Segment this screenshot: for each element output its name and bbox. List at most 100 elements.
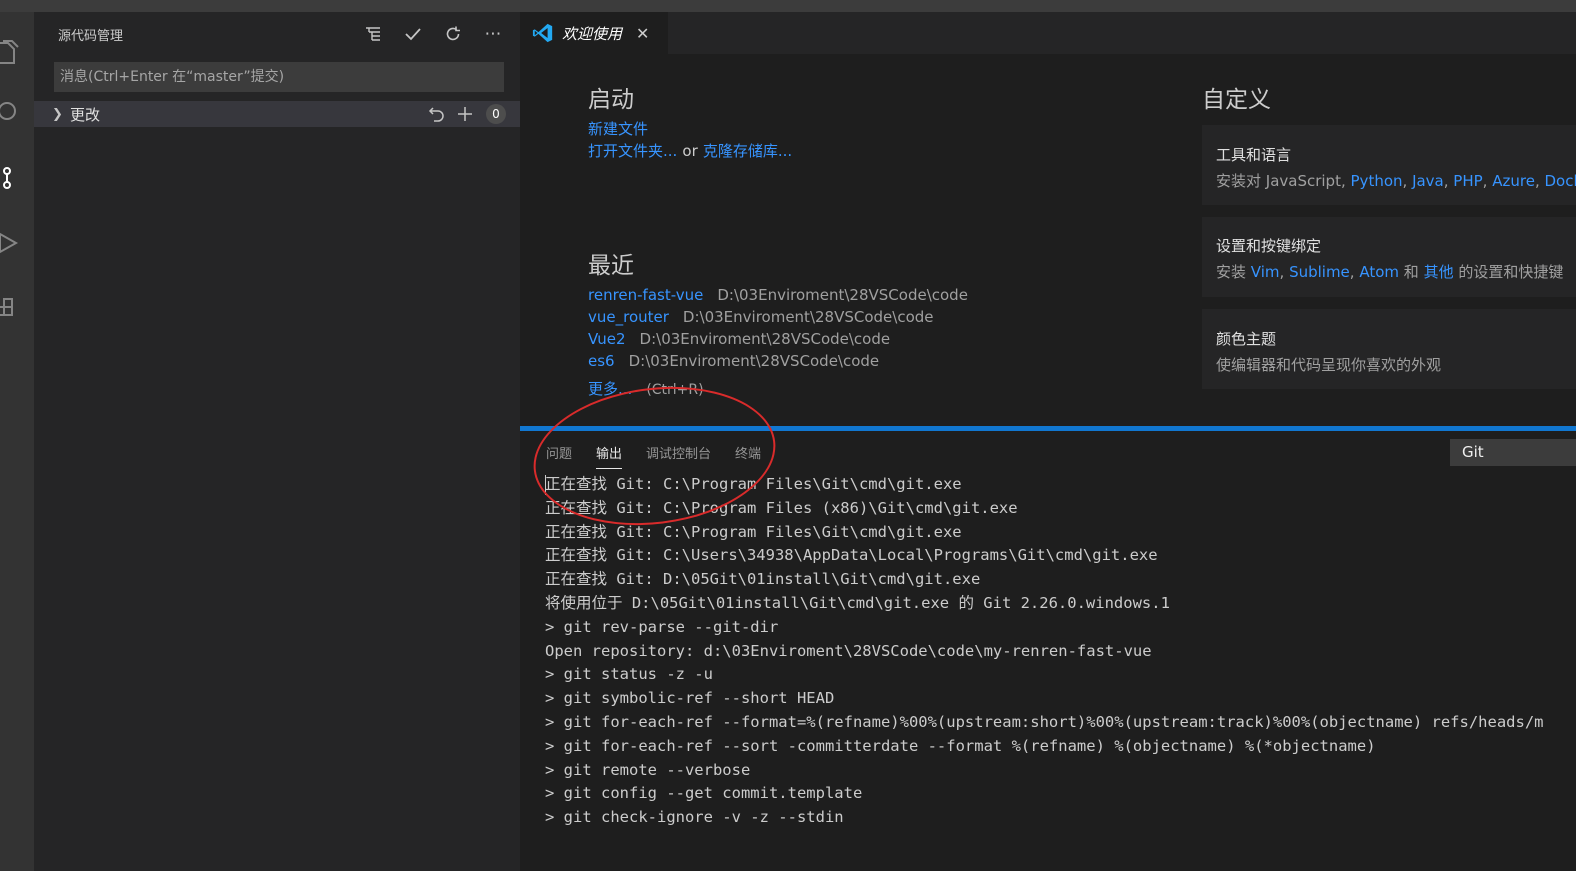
card-title: 颜色主题 (1216, 330, 1277, 348)
undo-icon (428, 107, 444, 122)
tab-welcome[interactable]: 欢迎使用 ✕ (520, 12, 668, 54)
refresh-icon (446, 26, 460, 41)
tab-terminal[interactable]: 终端 (735, 443, 761, 469)
vscode-logo-icon (532, 23, 553, 43)
output-channel-select[interactable]: Git (1450, 439, 1576, 466)
new-file-link[interactable]: 新建文件 (588, 120, 648, 138)
output-line: > git for-each-ref --sort -committerdate… (545, 736, 1376, 755)
vim-link[interactable]: Vim (1251, 263, 1280, 281)
java-link[interactable]: Java (1412, 172, 1444, 190)
output-line: 正在查找 Git: C:\Program Files\Git\cmd\git.e… (545, 522, 962, 541)
commit-button[interactable] (398, 22, 428, 46)
sidebar-title: 源代码管理 (58, 29, 124, 44)
output-line: > git status -z -u (545, 665, 713, 684)
azure-link[interactable]: Azure (1492, 172, 1535, 190)
bottom-panel: 问题 输出 调试控制台 终端 Git 正在查找 Git: C:\Program … (520, 431, 1576, 871)
output-line: Open repository: d:\03Enviroment\28VSCod… (545, 641, 1152, 660)
run-debug-icon[interactable] (0, 222, 34, 262)
python-link[interactable]: Python (1351, 172, 1403, 190)
check-icon (405, 28, 421, 41)
discard-all-button[interactable] (426, 103, 448, 125)
chevron-right-icon: ❯ (52, 106, 63, 122)
view-as-tree-button[interactable] (358, 22, 388, 46)
open-folder-link[interactable]: 打开文件夹... (588, 142, 677, 160)
changes-group[interactable]: ❯ 更改 0 (34, 101, 520, 127)
sidebar-header: 源代码管理 ⋯ (34, 12, 520, 54)
editor-tabs-bar: 欢迎使用 ✕ (520, 12, 1576, 54)
ellipsis-icon: ⋯ (484, 24, 502, 44)
tab-label: 欢迎使用 (562, 24, 623, 43)
other-link[interactable]: 其他 (1424, 263, 1454, 281)
changes-label: 更改 (70, 105, 101, 124)
output-line: > git for-each-ref --format=%(refname)%0… (545, 712, 1544, 731)
recent-name[interactable]: Vue2 (588, 330, 626, 348)
output-line: > git check-ignore -v -z --stdin (545, 808, 844, 827)
more-shortcut: (Ctrl+R) (646, 382, 704, 398)
and-text: 和 (1403, 263, 1419, 281)
card-tools-languages[interactable]: 工具和语言 安装对 JavaScript, Python, Java, PHP,… (1202, 125, 1576, 205)
tab-output[interactable]: 输出 (596, 443, 623, 469)
output-line: 正在查找 Git: C:\Program Files\Git\cmd\git.e… (545, 475, 962, 493)
search-icon[interactable] (0, 92, 34, 132)
panel-tabs: 问题 输出 调试控制台 终端 (546, 443, 785, 469)
output-line: 正在查找 Git: C:\Program Files (x86)\Git\cmd… (545, 498, 1018, 517)
explorer-icon[interactable] (0, 32, 34, 72)
output-line: > git remote --verbose (545, 760, 751, 779)
php-link[interactable]: PHP (1453, 172, 1482, 190)
recent-item[interactable]: Vue2 D:\03Enviroment\28VSCode\code (588, 329, 890, 348)
output-line: > git rev-parse --git-dir (545, 617, 779, 636)
recent-path: D:\03Enviroment\28VSCode\code (682, 308, 934, 326)
more-recent-link[interactable]: 更多... (588, 380, 632, 398)
commit-message-input[interactable] (54, 62, 504, 92)
card-desc-text: 安装对 JavaScript, (1216, 172, 1346, 190)
output-line: 正在查找 Git: D:\05Git\01install\Git\cmd\git… (545, 570, 981, 589)
start-heading: 启动 (588, 87, 634, 113)
changes-actions: 0 (426, 103, 506, 125)
recent-name[interactable]: renren-fast-vue (588, 286, 703, 304)
activity-bar (0, 12, 34, 871)
recent-heading: 最近 (588, 253, 634, 279)
card-title: 工具和语言 (1216, 146, 1292, 164)
extensions-icon[interactable] (0, 287, 34, 327)
sublime-link[interactable]: Sublime (1289, 263, 1350, 281)
output-line: > git symbolic-ref --short HEAD (545, 689, 835, 708)
card-desc-text: 安装 (1216, 263, 1247, 281)
card-desc: 使编辑器和代码呈现你喜欢的外观 (1216, 356, 1442, 374)
recent-path: D:\03Enviroment\28VSCode\code (639, 330, 891, 348)
plus-icon (458, 107, 472, 121)
recent-item[interactable]: vue_router D:\03Enviroment\28VSCode\code (588, 307, 934, 326)
stage-all-button[interactable] (454, 103, 476, 125)
docker-link[interactable]: Docke (1544, 172, 1576, 190)
tab-problems[interactable]: 问题 (546, 443, 572, 469)
list-tree-icon (366, 27, 380, 41)
card-settings-keybindings[interactable]: 设置和按键绑定 安装 Vim, Sublime, Atom 和 其他 的设置和快… (1202, 217, 1576, 297)
output-line: 将使用位于 D:\05Git\01install\Git\cmd\git.exe… (545, 593, 1170, 612)
clone-repo-link[interactable]: 克隆存储库... (703, 142, 792, 160)
customize-heading: 自定义 (1202, 87, 1271, 113)
recent-name[interactable]: vue_router (588, 308, 669, 326)
source-control-sidebar: 源代码管理 ⋯ ❯ 更改 0 (34, 12, 520, 871)
recent-item[interactable]: renren-fast-vue D:\03Enviroment\28VSCode\… (588, 285, 968, 304)
changes-count-badge: 0 (486, 104, 506, 124)
card-title: 设置和按键绑定 (1216, 237, 1322, 255)
recent-name[interactable]: es6 (588, 352, 615, 370)
welcome-page: 启动 新建文件 打开文件夹... or 克隆存储库... 最近 renren-f… (520, 54, 1576, 426)
atom-link[interactable]: Atom (1359, 263, 1399, 281)
tab-debug-console[interactable]: 调试控制台 (646, 443, 711, 469)
output-line: 正在查找 Git: C:\Users\34938\AppData\Local\P… (545, 546, 1158, 565)
output-log[interactable]: 正在查找 Git: C:\Program Files\Git\cmd\git.e… (545, 473, 1576, 830)
or-text: or (682, 142, 698, 160)
card-desc-suffix: 的设置和快捷键 (1458, 263, 1564, 281)
recent-path: D:\03Enviroment\28VSCode\code (628, 352, 880, 370)
card-desc: 安装 Vim, Sublime, Atom 和 其他 的设置和快捷键 (1216, 263, 1564, 281)
close-icon[interactable]: ✕ (636, 24, 649, 43)
recent-item[interactable]: es6 D:\03Enviroment\28VSCode\code (588, 351, 879, 370)
card-color-theme[interactable]: 颜色主题 使编辑器和代码呈现你喜欢的外观 (1202, 309, 1576, 389)
card-desc: 安装对 JavaScript, Python, Java, PHP, Azure… (1216, 170, 1576, 191)
output-line: > git config --get commit.template (545, 784, 863, 803)
source-control-icon[interactable] (0, 157, 34, 197)
more-actions-button[interactable]: ⋯ (478, 22, 508, 46)
sidebar-actions: ⋯ (358, 22, 508, 46)
recent-path: D:\03Enviroment\28VSCode\code (717, 286, 968, 304)
refresh-button[interactable] (438, 22, 468, 46)
